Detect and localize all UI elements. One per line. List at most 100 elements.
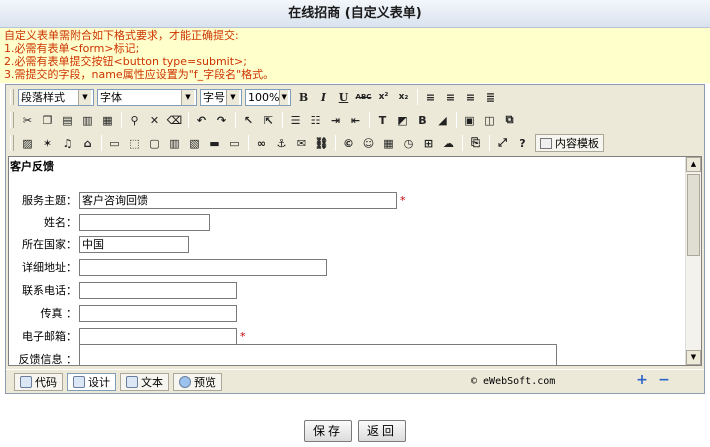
phone-input[interactable]: [79, 281, 237, 299]
copy-icon[interactable]: ❐: [38, 111, 57, 130]
absolute-position-icon[interactable]: ⧉: [500, 111, 519, 130]
feedback-textarea[interactable]: [79, 344, 557, 365]
zoom-select[interactable]: 100% ▼: [245, 88, 291, 106]
div-box-icon[interactable]: ▣: [460, 111, 479, 130]
chevron-down-icon: ▼: [78, 89, 91, 105]
back-button[interactable]: 返回: [358, 420, 407, 442]
scroll-thumb[interactable]: [687, 174, 700, 256]
superscript-icon[interactable]: x²: [374, 88, 393, 107]
strikethrough-icon[interactable]: ABC: [354, 88, 373, 107]
unordered-list-icon[interactable]: ☷: [306, 111, 325, 130]
layer-icon[interactable]: ◫: [480, 111, 499, 130]
preview-mode-tab[interactable]: 预览: [173, 372, 222, 391]
page-break-icon[interactable]: ⎘: [466, 134, 485, 153]
italic-icon[interactable]: I: [314, 88, 333, 107]
find-icon[interactable]: ⚲: [125, 111, 144, 130]
font-color-icon[interactable]: T: [373, 111, 392, 130]
code-mode-tab[interactable]: 代码: [14, 372, 63, 391]
address-input[interactable]: [79, 258, 327, 276]
eraser-icon[interactable]: ⌫: [165, 111, 184, 130]
media-icon[interactable]: ♫: [58, 134, 77, 153]
special-char-icon[interactable]: ©: [339, 134, 358, 153]
image-icon[interactable]: ▨: [18, 134, 37, 153]
marquee-icon[interactable]: ▭: [225, 134, 244, 153]
scroll-up-icon[interactable]: ▲: [686, 157, 701, 172]
horizontal-rule-icon[interactable]: ▬: [205, 134, 224, 153]
anchor-icon[interactable]: ⚓: [272, 134, 291, 153]
editor-scrollbar[interactable]: ▲ ▼: [685, 157, 701, 365]
redo-icon[interactable]: ↷: [212, 111, 231, 130]
design-mode-tab[interactable]: 设计: [67, 372, 116, 391]
save-button[interactable]: 保存: [303, 420, 352, 442]
toolbar-separator: [121, 112, 122, 128]
remove-format-icon[interactable]: ◢: [433, 111, 452, 130]
delete-icon[interactable]: ✕: [145, 111, 164, 130]
content-template-button[interactable]: 内容模板: [535, 134, 604, 152]
table-icon[interactable]: ▭: [105, 134, 124, 153]
align-justify-icon[interactable]: ≣: [481, 88, 500, 107]
paste-icon[interactable]: ▤: [58, 111, 77, 130]
align-left-icon[interactable]: ≡: [421, 88, 440, 107]
flash-icon[interactable]: ✶: [38, 134, 57, 153]
mail-link-icon[interactable]: ✉: [292, 134, 311, 153]
editor-content-area[interactable]: 客户反馈 服务主题： 客户咨询回馈 * 姓名： 所在国家： 中国 详细地址： 联…: [8, 156, 702, 366]
bold-icon[interactable]: B: [294, 88, 313, 107]
rich-text-editor: 段落样式 ▼ 字体 ▼ 字号 ▼ 100% ▼ B I U ABC x² x₂ …: [5, 84, 705, 394]
email-input[interactable]: [79, 327, 237, 345]
scroll-down-icon[interactable]: ▼: [686, 350, 701, 365]
undo-icon[interactable]: ↶: [192, 111, 211, 130]
text-mode-tab[interactable]: 文本: [120, 372, 169, 391]
file-icon[interactable]: ⌂: [78, 134, 97, 153]
expand-icon[interactable]: +: [634, 373, 650, 388]
toolbar-grip: [10, 89, 14, 105]
code-mode-label: 代码: [35, 375, 57, 389]
name-input[interactable]: [79, 213, 210, 231]
country-input[interactable]: 中国: [79, 235, 189, 253]
underline-icon[interactable]: U: [334, 88, 353, 107]
design-mode-label: 设计: [88, 375, 110, 389]
ordered-list-icon[interactable]: ☰: [286, 111, 305, 130]
cut-icon[interactable]: ✂: [18, 111, 37, 130]
time-icon[interactable]: ◷: [399, 134, 418, 153]
indent-icon[interactable]: ⇥: [326, 111, 345, 130]
shrink-icon[interactable]: −: [656, 373, 672, 388]
background-color-icon[interactable]: ◩: [393, 111, 412, 130]
page-icon[interactable]: ▧: [185, 134, 204, 153]
toolbar-separator: [282, 112, 283, 128]
font-family-value: 字体: [100, 90, 122, 104]
fax-input[interactable]: [79, 304, 237, 322]
paragraph-style-select[interactable]: 段落样式 ▼: [18, 88, 94, 106]
toolbar-separator: [369, 112, 370, 128]
align-center-icon[interactable]: ≡: [441, 88, 460, 107]
font-size-select[interactable]: 字号 ▼: [200, 88, 242, 106]
fieldset-icon[interactable]: ▢: [145, 134, 164, 153]
form-field-icon[interactable]: ⬚: [125, 134, 144, 153]
edit-toolbar: ✂ ❐ ▤ ▥ ▦ ⚲ ✕ ⌫ ↶ ↷ ↖ ⇱ ☰ ☷ ⇥ ⇤ T ◩ B ◢ …: [6, 109, 704, 131]
select-all-icon[interactable]: ↖: [239, 111, 258, 130]
text-style-icon[interactable]: B: [413, 111, 432, 130]
subject-input[interactable]: 客户咨询回馈: [79, 191, 397, 209]
font-size-value: 字号: [203, 90, 225, 104]
fullscreen-icon[interactable]: ⤢: [493, 134, 512, 153]
align-right-icon[interactable]: ≡: [461, 88, 480, 107]
brand-link[interactable]: © eWebSoft.com: [471, 376, 555, 387]
subscript-icon[interactable]: x₂: [394, 88, 413, 107]
form-row-address: 详细地址：: [9, 258, 327, 276]
paste-text-icon[interactable]: ▥: [78, 111, 97, 130]
date-icon[interactable]: ▦: [379, 134, 398, 153]
unlink-icon[interactable]: ⛓: [312, 134, 331, 153]
link-icon[interactable]: ∞: [252, 134, 271, 153]
emoticon-icon[interactable]: ☺: [359, 134, 378, 153]
font-family-select[interactable]: 字体 ▼: [97, 88, 197, 106]
template-icon: [540, 137, 552, 149]
outdent-icon[interactable]: ⇤: [346, 111, 365, 130]
chevron-down-icon: ▼: [226, 89, 239, 105]
paste-word-icon[interactable]: ▦: [98, 111, 117, 130]
iframe-icon[interactable]: ▥: [165, 134, 184, 153]
form-actions: 保存 返回: [0, 420, 710, 442]
unselect-icon[interactable]: ⇱: [259, 111, 278, 130]
remote-upload-icon[interactable]: ☁: [439, 134, 458, 153]
help-icon[interactable]: ?: [513, 134, 532, 153]
notice-line: 1.必需有表单<form>标记;: [4, 42, 140, 55]
excel-icon[interactable]: ⊞: [419, 134, 438, 153]
